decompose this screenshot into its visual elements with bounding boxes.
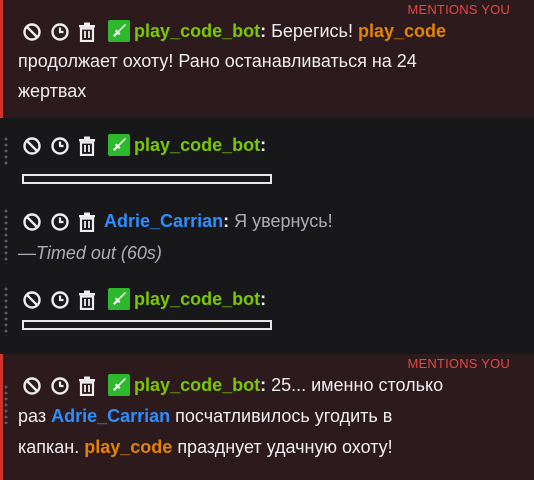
message-text: капкан.: [18, 437, 85, 457]
message-text: Берегись!: [266, 21, 358, 41]
message-text: жертвах: [18, 81, 87, 101]
message-text: раз: [18, 406, 52, 426]
chat-message-mention: MENTIONS YOU play_code_bot: Берегись! pl…: [0, 0, 534, 118]
message-text: продолжает охоту! Рано останавливаться н…: [18, 51, 417, 71]
chat-message: play_code_bot:: [0, 280, 534, 344]
ascii-frame: [22, 320, 272, 330]
mentioned-user[interactable]: Adrie_Carrian: [51, 406, 170, 426]
mentioned-user[interactable]: play_code: [84, 437, 172, 457]
username[interactable]: play_code_bot: [134, 375, 260, 395]
trash-icon[interactable]: [78, 212, 96, 233]
ban-icon[interactable]: [22, 136, 42, 156]
trash-icon[interactable]: [78, 136, 96, 157]
drag-handle[interactable]: [4, 286, 8, 336]
chat-log: MENTIONS YOU play_code_bot: Берегись! pl…: [0, 0, 534, 480]
mentions-you-tag: MENTIONS YOU: [407, 2, 510, 17]
clock-icon[interactable]: [50, 290, 70, 310]
ban-icon[interactable]: [22, 376, 42, 396]
chat-message: play_code_bot:: [0, 126, 534, 198]
sword-badge-icon: [108, 374, 131, 397]
drag-handle[interactable]: [4, 384, 8, 424]
chat-message: Adrie_Carrian: Я увернусь! —Timed out (6…: [0, 204, 534, 270]
mentions-you-tag: MENTIONS YOU: [407, 356, 510, 371]
message-text: празднует удачную охоту!: [172, 437, 393, 457]
chat-message-mention: MENTIONS YOU play_code_bot: 25... именно…: [0, 354, 534, 480]
mentioned-user[interactable]: play_code: [358, 21, 446, 41]
ban-icon[interactable]: [22, 290, 42, 310]
sword-badge-icon: [108, 288, 131, 311]
clock-icon[interactable]: [50, 376, 70, 396]
clock-icon[interactable]: [50, 136, 70, 156]
trash-icon[interactable]: [78, 22, 96, 43]
drag-handle[interactable]: [4, 208, 8, 264]
sword-badge-icon: [108, 20, 131, 43]
drag-handle[interactable]: [4, 136, 8, 166]
ban-icon[interactable]: [22, 212, 42, 232]
username[interactable]: play_code_bot: [134, 135, 260, 155]
message-text: посчатливилось угодить в: [170, 406, 393, 426]
message-text: 25... именно столько: [266, 375, 444, 395]
message-text: Я увернусь!: [229, 211, 333, 231]
timeout-status: —Timed out (60s): [18, 243, 162, 263]
ascii-frame: [22, 174, 272, 184]
trash-icon[interactable]: [78, 376, 96, 397]
clock-icon[interactable]: [50, 22, 70, 42]
clock-icon[interactable]: [50, 212, 70, 232]
sword-badge-icon: [108, 134, 131, 157]
ban-icon[interactable]: [22, 22, 42, 42]
username[interactable]: play_code_bot: [134, 21, 260, 41]
username[interactable]: Adrie_Carrian: [104, 211, 223, 231]
trash-icon[interactable]: [78, 290, 96, 311]
username[interactable]: play_code_bot: [134, 289, 260, 309]
